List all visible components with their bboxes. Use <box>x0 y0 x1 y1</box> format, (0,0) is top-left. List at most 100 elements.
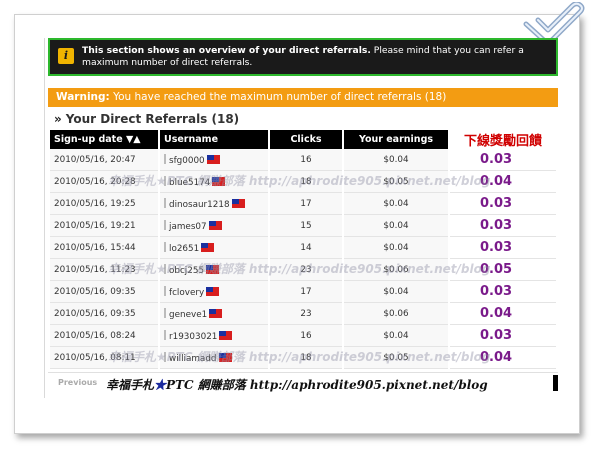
divider <box>164 241 166 252</box>
divider <box>164 329 166 340</box>
taiwan-flag-icon <box>208 220 222 230</box>
earnings-header: Your earnings <box>344 130 448 149</box>
bonus-cell: 0.03 <box>450 149 556 171</box>
divider <box>164 351 166 362</box>
table-row: 2010/05/16, 09:35 geneve1 23 $0.06 0.04 <box>50 303 556 325</box>
username-cell: obcj255 <box>160 259 268 281</box>
earnings-cell: $0.06 <box>344 259 448 281</box>
taiwan-flag-icon <box>218 352 232 362</box>
taiwan-flag-icon <box>209 308 223 318</box>
table-row: 2010/05/16, 11:23 obcj255 23 $0.06 0.05 <box>50 259 556 281</box>
clicks-cell: 18 <box>270 171 342 193</box>
info-icon: i <box>58 48 74 64</box>
divider <box>164 197 166 208</box>
earnings-cell: $0.04 <box>344 215 448 237</box>
divider <box>164 263 166 274</box>
earnings-cell: $0.06 <box>344 303 448 325</box>
clicks-header: Clicks <box>270 130 342 149</box>
warning-text: You have reached the maximum number of d… <box>113 91 447 103</box>
section-title-text: Your Direct Referrals (18) <box>65 112 240 126</box>
bonus-header: 下線獎勵回饋 <box>450 130 556 149</box>
double-chevron-icon: » <box>54 112 62 126</box>
bonus-cell: 0.03 <box>450 281 556 303</box>
table-row: 2010/05/16, 08:24 r19303021 16 $0.04 0.03 <box>50 325 556 347</box>
username-header: Username <box>160 130 268 149</box>
blog-caption-suffix: PTC 網賺部落 http://aphrodite905.pixnet.net/… <box>166 378 488 392</box>
earnings-cell: $0.04 <box>344 325 448 347</box>
username-link[interactable]: obcj255 <box>169 266 204 276</box>
bonus-cell: 0.04 <box>450 303 556 325</box>
username-cell: sfg0000 <box>160 149 268 171</box>
taiwan-flag-icon <box>212 176 226 186</box>
taiwan-flag-icon <box>206 286 220 296</box>
bonus-cell: 0.04 <box>450 171 556 193</box>
signup-date-cell: 2010/05/16, 09:35 <box>50 303 158 325</box>
username-link[interactable]: r19303021 <box>169 332 217 342</box>
earnings-cell: $0.04 <box>344 281 448 303</box>
warning-label: Warning: <box>56 91 110 103</box>
username-link[interactable]: james07 <box>169 222 207 232</box>
earnings-cell: $0.04 <box>344 237 448 259</box>
signup-date-cell: 2010/05/16, 20:47 <box>50 149 158 171</box>
username-link[interactable]: lo2651 <box>169 244 199 254</box>
signup-date-cell: 2010/05/16, 08:11 <box>50 347 158 369</box>
username-cell: james07 <box>160 215 268 237</box>
signup-date-cell: 2010/05/16, 20:28 <box>50 171 158 193</box>
clicks-cell: 23 <box>270 303 342 325</box>
bonus-cell: 0.03 <box>450 193 556 215</box>
earnings-cell: $0.05 <box>344 171 448 193</box>
divider <box>164 219 166 230</box>
clicks-cell: 16 <box>270 325 342 347</box>
username-cell: lo2651 <box>160 237 268 259</box>
username-link[interactable]: sfg0000 <box>169 156 205 166</box>
bonus-cell: 0.03 <box>450 215 556 237</box>
warning-banner: Warning: You have reached the maximum nu… <box>48 88 558 107</box>
username-link[interactable]: dinosaur1218 <box>169 200 230 210</box>
notice-bold-text: This section shows an overview of your d… <box>82 45 371 56</box>
divider <box>164 307 166 318</box>
username-cell: fclovery <box>160 281 268 303</box>
taiwan-flag-icon <box>231 198 245 208</box>
clicks-cell: 17 <box>270 193 342 215</box>
sort-by-date-header[interactable]: Sign-up date ▼▲ <box>50 130 158 149</box>
table-row: 2010/05/16, 20:47 sfg0000 16 $0.04 0.03 <box>50 149 556 171</box>
divider <box>164 175 166 186</box>
bonus-cell: 0.03 <box>450 325 556 347</box>
signup-date-cell: 2010/05/16, 19:25 <box>50 193 158 215</box>
divider <box>164 153 166 164</box>
signup-date-cell: 2010/05/16, 11:23 <box>50 259 158 281</box>
divider <box>44 38 45 398</box>
username-cell: r19303021 <box>160 325 268 347</box>
table-row: 2010/05/16, 09:35 fclovery 17 $0.04 0.03 <box>50 281 556 303</box>
taiwan-flag-icon <box>206 264 220 274</box>
username-link[interactable]: blue5174 <box>169 178 210 188</box>
clicks-cell: 15 <box>270 215 342 237</box>
username-cell: blue5174 <box>160 171 268 193</box>
taiwan-flag-icon <box>201 242 215 252</box>
signup-date-cell: 2010/05/16, 09:35 <box>50 281 158 303</box>
username-cell: geneve1 <box>160 303 268 325</box>
previous-button[interactable]: Previous <box>58 378 97 387</box>
username-link[interactable]: williamadd <box>169 354 217 364</box>
blog-caption-prefix: 幸福手札 <box>106 378 155 392</box>
username-cell: williamadd <box>160 347 268 369</box>
referrals-table: Sign-up date ▼▲ Username Clicks Your ear… <box>48 130 558 369</box>
pagination-footer: Previous 幸福手札★PTC 網賺部落 http://aphrodite9… <box>48 372 558 394</box>
username-link[interactable]: fclovery <box>169 288 204 298</box>
referrals-panel: i This section shows an overview of your… <box>48 38 558 398</box>
clicks-cell: 23 <box>270 259 342 281</box>
table-row: 2010/05/16, 20:28 blue5174 18 $0.05 0.04 <box>50 171 556 193</box>
clicks-cell: 14 <box>270 237 342 259</box>
table-header-row: Sign-up date ▼▲ Username Clicks Your ear… <box>50 130 556 149</box>
clicks-cell: 17 <box>270 281 342 303</box>
earnings-cell: $0.04 <box>344 193 448 215</box>
earnings-cell: $0.04 <box>344 149 448 171</box>
username-link[interactable]: geneve1 <box>169 310 207 320</box>
star-icon: ★ <box>154 378 167 392</box>
divider <box>164 285 166 296</box>
clicks-cell: 18 <box>270 347 342 369</box>
info-notice: i This section shows an overview of your… <box>48 38 558 76</box>
table-row: 2010/05/16, 08:11 williamadd 18 $0.05 0.04 <box>50 347 556 369</box>
earnings-cell: $0.05 <box>344 347 448 369</box>
taiwan-flag-icon <box>206 154 220 164</box>
